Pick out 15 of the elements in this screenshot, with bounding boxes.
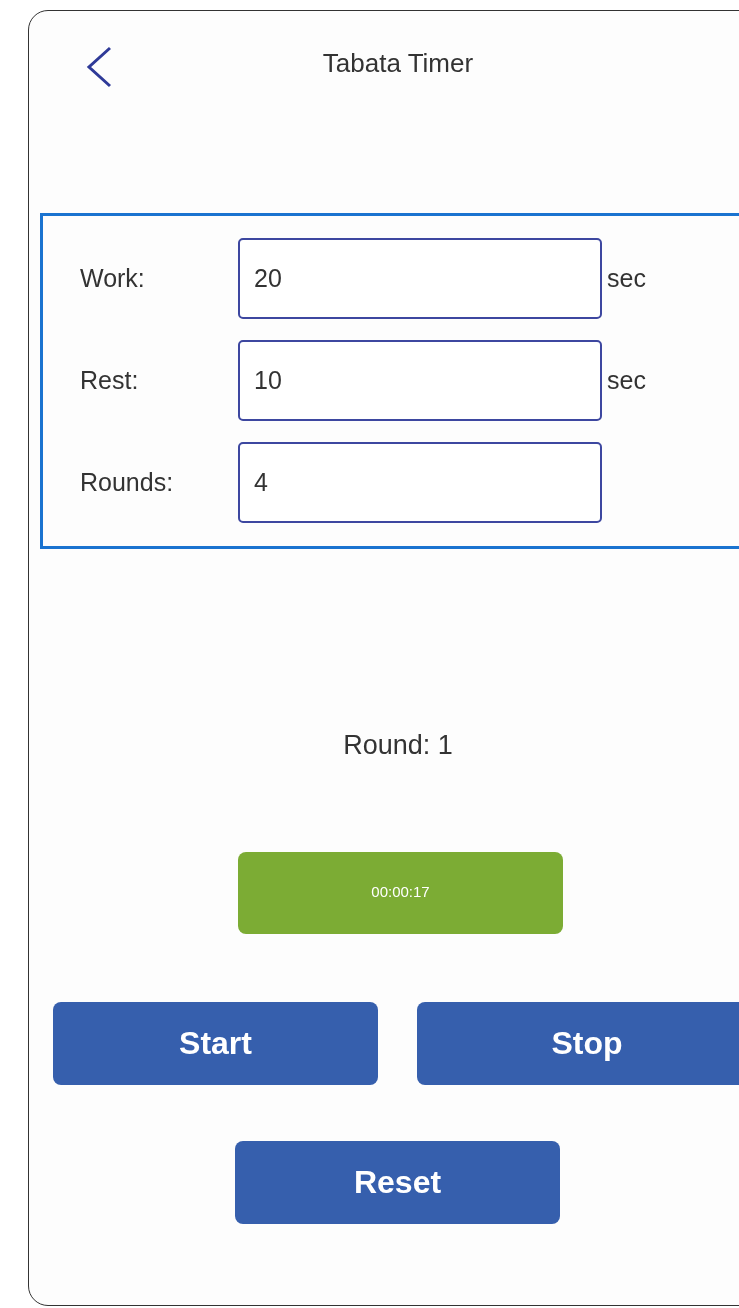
input-field[interactable]: 4 (238, 442, 602, 523)
field-label: Rest: (80, 364, 140, 396)
reset-button[interactable]: Reset (235, 1140, 560, 1224)
start-button[interactable]: Start (53, 1001, 378, 1085)
screen-title: Tabata Timer (322, 46, 474, 80)
field-label: Rounds: (80, 466, 175, 498)
back-icon[interactable] (84, 46, 114, 88)
input-field[interactable]: 10 (238, 340, 602, 421)
unit-label: sec (607, 262, 646, 294)
timer-display: 00:00:17 (238, 851, 563, 934)
round-label: Round: 1 (343, 729, 453, 762)
stop-button[interactable]: Stop (417, 1001, 739, 1085)
field-label: Work: (80, 262, 146, 294)
unit-label: sec (607, 364, 646, 396)
input-field[interactable]: 20 (238, 238, 602, 319)
